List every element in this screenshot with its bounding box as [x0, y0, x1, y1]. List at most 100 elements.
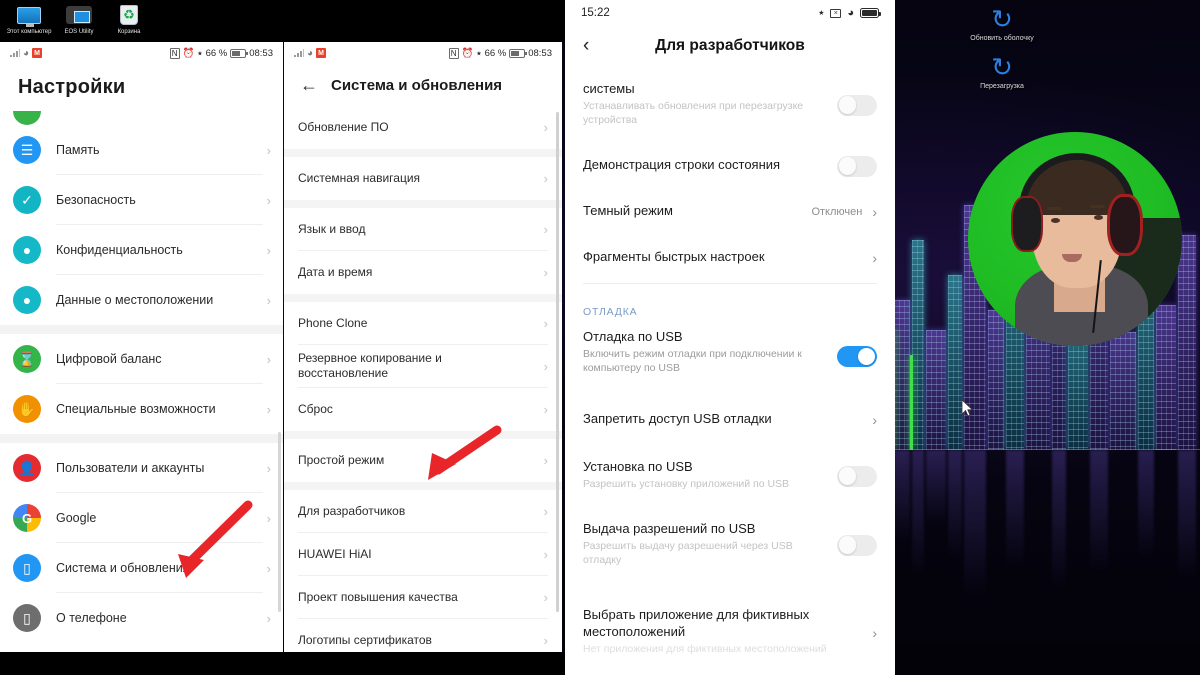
group-divider	[284, 294, 562, 302]
bluetooth-icon: ⭑	[197, 47, 203, 59]
settings-row-about-phone[interactable]: ▯ О телефоне ›	[0, 593, 283, 643]
page-title: Система и обновления	[331, 76, 503, 94]
chevron-right-icon: ›	[543, 315, 548, 331]
back-arrow-icon[interactable]: ←	[300, 76, 318, 94]
system-updates-icon: ▯	[13, 554, 41, 582]
settings-row-system-updates[interactable]: ▯ Система и обновления ›	[0, 543, 283, 593]
dev-row-status-bar-demo[interactable]: Демонстрация строки состояния	[565, 139, 895, 185]
dev-row-subtitle: Устанавливать обновления при перезагрузк…	[583, 100, 804, 126]
battery-percent: 66 %	[205, 47, 228, 59]
dev-row-title: Демонстрация строки состояния	[583, 157, 781, 172]
dev-row-usb-install[interactable]: Установка по USB Разрешить установку при…	[565, 439, 895, 503]
dev-row-title: Запретить доступ USB отладки	[583, 411, 772, 426]
status-bar-2: ◕ N ⏰ ⭑ 66 % 08:53	[284, 42, 562, 64]
dev-row-title: Установка по USB	[583, 459, 693, 474]
scrollbar-panel2[interactable]	[556, 112, 559, 612]
google-icon: G	[13, 504, 41, 532]
toggle-system-updates[interactable]	[837, 94, 877, 116]
desktop-icon-label: Перезагрузка	[980, 83, 1024, 90]
screen-bottom-black-bar	[0, 652, 565, 675]
settings-row-security[interactable]: ✓ Безопасность ›	[0, 175, 283, 225]
digital-balance-icon: ⌛	[13, 345, 41, 373]
list-item-certificate-logos[interactable]: Логотипы сертификатов ›	[284, 619, 562, 652]
list-item-label: Дата и время	[298, 265, 373, 279]
app-icon	[316, 48, 327, 58]
avatar	[968, 132, 1182, 346]
chevron-right-icon: ›	[872, 204, 877, 220]
settings-row-google[interactable]: G Google ›	[0, 493, 283, 543]
dev-row-system-updates[interactable]: системы Устанавливать обновления при пер…	[565, 71, 895, 139]
group-divider	[0, 434, 283, 443]
battery-icon	[230, 48, 249, 58]
toggle-usb-install[interactable]	[837, 465, 877, 487]
group-divider	[284, 149, 562, 157]
app-icon	[32, 48, 43, 58]
panel3-header: ‹ Для разработчиков	[565, 26, 895, 71]
settings-row-users-accounts[interactable]: 👤 Пользователи и аккаунты ›	[0, 443, 283, 493]
clock: 15:22	[581, 7, 610, 19]
accessibility-icon: ✋	[13, 395, 41, 423]
dev-row-usb-debugging[interactable]: Отладка по USB Включить режим отладки пр…	[565, 326, 895, 387]
settings-row-accessibility[interactable]: ✋ Специальные возможности ›	[0, 384, 283, 434]
dev-row-quick-settings-tiles[interactable]: Фрагменты быстрых настроек ›	[565, 231, 895, 277]
desktop-icon-restart[interactable]: ↻ Перезагрузка	[965, 54, 1039, 91]
list-item-developer-options[interactable]: Для разработчиков ›	[284, 490, 562, 533]
dev-row-title: Темный режим	[583, 203, 673, 218]
settings-row-label: Пользователи и аккаунты	[56, 460, 205, 475]
panel2-header: ← Система и обновления	[284, 64, 562, 106]
list-item-date-time[interactable]: Дата и время ›	[284, 251, 562, 294]
toggle-usb-permissions[interactable]	[837, 534, 877, 556]
back-arrow-icon[interactable]: ‹	[583, 36, 589, 55]
water-reflection	[890, 450, 1200, 675]
chevron-right-icon: ›	[266, 242, 271, 258]
section-header-debug: ОТЛАДКА	[583, 306, 638, 318]
chevron-right-icon: ›	[266, 192, 271, 208]
dev-row-title: Выдача разрешений по USB	[583, 521, 756, 536]
group-divider	[284, 482, 562, 490]
desktop-icon-this-pc[interactable]: Этот компьютер	[6, 3, 52, 36]
alarm-icon: ⏰	[461, 47, 474, 59]
list-item-software-update[interactable]: Обновление ПО ›	[284, 106, 562, 149]
list-item-phone-clone[interactable]: Phone Clone ›	[284, 302, 562, 345]
list-item-simple-mode[interactable]: Простой режим ›	[284, 439, 562, 482]
list-item-label: Обновление ПО	[298, 120, 389, 134]
dev-row-dark-mode[interactable]: Темный режим Отключен ›	[565, 185, 895, 231]
bluetooth-icon: ⭑	[476, 47, 482, 59]
list-item-huawei-hiai[interactable]: HUAWEI HiAI ›	[284, 533, 562, 576]
settings-row-location[interactable]: ● Данные о местоположении ›	[0, 275, 283, 325]
list-item-language-input[interactable]: Язык и ввод ›	[284, 208, 562, 251]
battery-icon	[860, 8, 882, 18]
desktop-icon-label: Этот компьютер	[6, 29, 52, 35]
dev-row-revoke-usb-debug[interactable]: Запретить доступ USB отладки ›	[565, 387, 895, 439]
dev-row-usb-permissions[interactable]: Выдача разрешений по USB Разрешить выдач…	[565, 503, 895, 579]
settings-row-label: Безопасность	[56, 192, 136, 207]
clock: 08:53	[528, 47, 552, 59]
settings-row-label: Цифровой баланс	[56, 351, 162, 366]
desktop-icon-eos-utility[interactable]: EOS Utility	[56, 3, 102, 36]
list-item-backup-restore[interactable]: Резервное копирование и восстановление ›	[284, 345, 562, 388]
desktop-icon-refresh-shell[interactable]: ↻ Обновить оболочку	[965, 6, 1039, 43]
list-item-system-navigation[interactable]: Системная навигация ›	[284, 157, 562, 200]
dev-row-subtitle: Нет приложения для фиктивных местоположе…	[583, 643, 827, 655]
list-item-label: Язык и ввод	[298, 221, 366, 236]
dev-row-mock-location-app[interactable]: Выбрать приложение для фиктивных местопо…	[565, 579, 895, 668]
nfc-icon: N	[169, 47, 180, 59]
chevron-right-icon: ›	[543, 546, 548, 562]
chevron-right-icon: ›	[266, 460, 271, 476]
list-item-reset[interactable]: Сброс ›	[284, 388, 562, 431]
settings-row-privacy[interactable]: ● Конфиденциальность ›	[0, 225, 283, 275]
settings-row-label: О телефоне	[56, 611, 127, 625]
list-item-label: Простой режим	[298, 453, 385, 467]
signal-icon	[10, 49, 20, 57]
toggle-status-bar-demo[interactable]	[837, 155, 877, 177]
group-divider	[284, 200, 562, 208]
scrollbar-panel1[interactable]	[278, 432, 281, 612]
desktop-icon-recycle-bin[interactable]: Корзина	[106, 3, 152, 36]
settings-row-digital-balance[interactable]: ⌛ Цифровой баланс ›	[0, 334, 283, 384]
chevron-right-icon: ›	[872, 624, 877, 641]
settings-row-memory[interactable]: ☰ Память ›	[0, 125, 283, 175]
chevron-right-icon: ›	[543, 633, 548, 648]
toggle-usb-debugging[interactable]	[837, 346, 877, 367]
list-item-quality-program[interactable]: Проект повышения качества ›	[284, 576, 562, 619]
bluetooth-icon: ⭑	[818, 6, 825, 19]
